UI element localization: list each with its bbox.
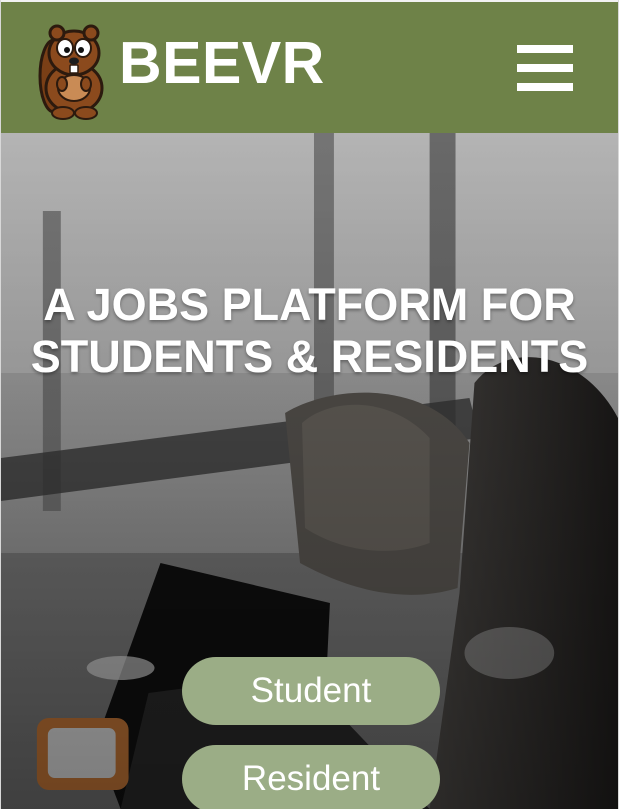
hero-section: A JOBS PLATFORM FOR STUDENTS & RESIDENTS… xyxy=(1,133,618,809)
brand-name[interactable]: BEEVR xyxy=(119,34,325,93)
page-frame: BEEVR A JOBS PLATFORM FOR STUDENTS & RES… xyxy=(0,0,619,809)
hero-headline: A JOBS PLATFORM FOR STUDENTS & RESIDENTS xyxy=(1,279,618,383)
menu-line xyxy=(517,83,573,91)
headline-line-2: STUDENTS & RESIDENTS xyxy=(30,331,589,382)
menu-line xyxy=(517,45,573,53)
resident-button[interactable]: Resident xyxy=(182,745,440,809)
site-header: BEEVR xyxy=(1,0,618,133)
menu-line xyxy=(517,64,573,72)
student-button[interactable]: Student xyxy=(182,657,440,725)
beaver-mascot-icon[interactable] xyxy=(25,18,111,120)
hamburger-menu-icon[interactable] xyxy=(517,45,573,91)
beaver-logo-graphic xyxy=(38,24,104,120)
headline-line-1: A JOBS PLATFORM FOR xyxy=(43,279,576,330)
